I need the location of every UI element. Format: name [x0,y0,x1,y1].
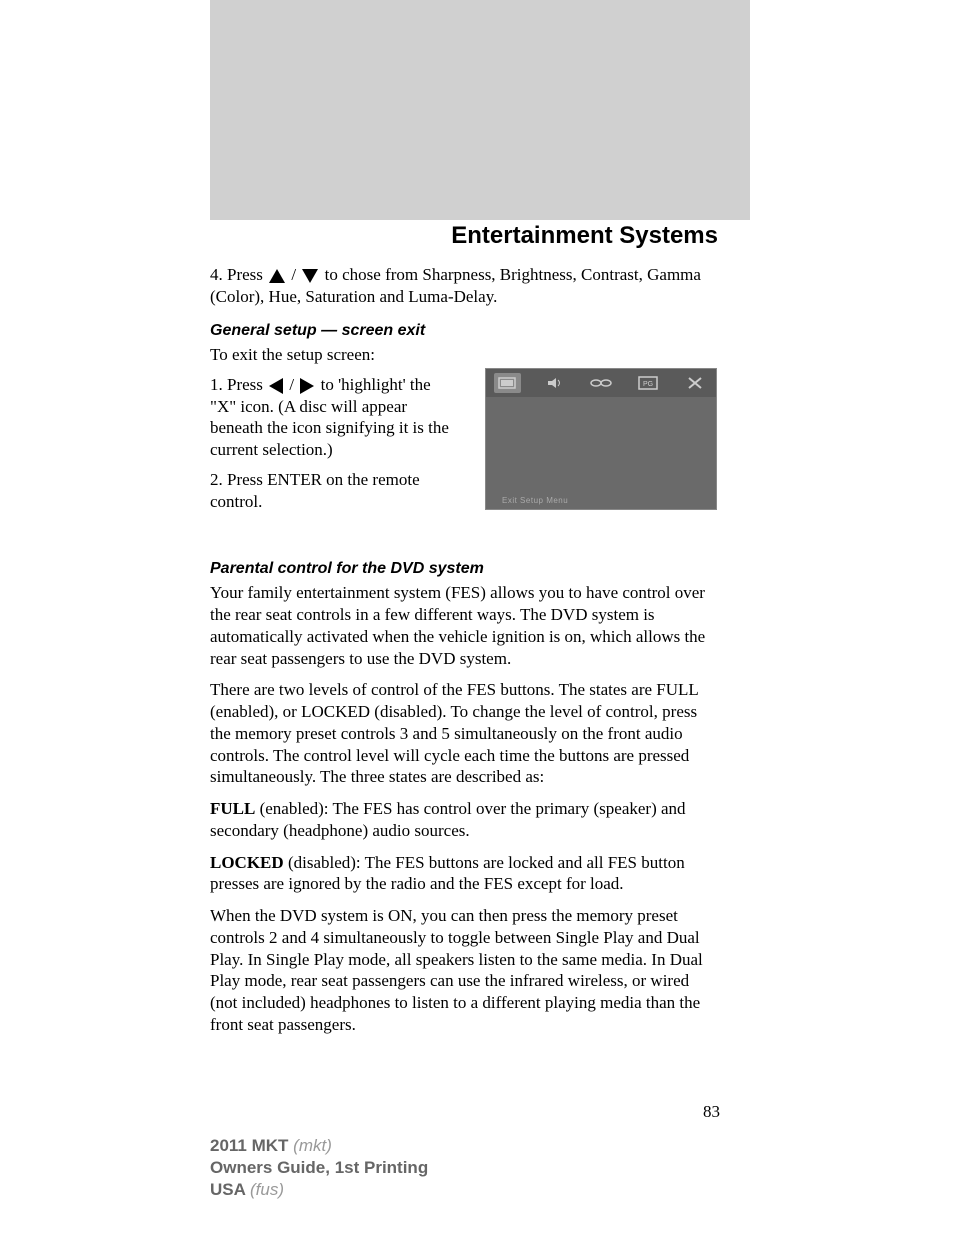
section2-p5: When the DVD system is ON, you can then … [210,905,720,1036]
header-gray-bar [210,0,750,220]
section2-p2: There are two levels of control of the F… [210,679,720,788]
right-arrow-icon [300,378,314,394]
section2-heading: Parental control for the DVD system [210,560,720,578]
right-column: PG Exit Setup Menu [485,368,720,510]
section1-intro: To exit the setup screen: [210,344,720,366]
step1-mid: / [289,375,298,394]
section2-locked: LOCKED (disabled): The FES buttons are l… [210,852,720,896]
speaker-icon [541,373,568,393]
section1-heading: General setup — screen exit [210,322,720,340]
full-label: FULL [210,799,255,818]
step4-mid: / [291,265,300,284]
left-column: 1. Press / to 'highlight' the "X" icon. … [210,368,455,513]
svg-text:PG: PG [643,381,653,388]
footer-model-italic: (mkt) [293,1136,332,1155]
footer-usa-bold: USA [210,1180,250,1199]
section2-p1: Your family entertainment system (FES) a… [210,582,720,669]
section2-full: FULL (enabled): The FES has control over… [210,798,720,842]
up-arrow-icon [269,269,285,283]
step2-text: 2. Press ENTER on the remote control. [210,469,455,513]
page-number: 83 [703,1102,720,1122]
content-area: Entertainment Systems 4. Press / to chos… [210,222,720,1036]
tv-icon [494,373,521,393]
locked-label: LOCKED [210,853,284,872]
down-arrow-icon [302,269,318,283]
footer-line2: Owners Guide, 1st Printing [210,1157,428,1179]
setup-menu-screenshot: PG Exit Setup Menu [485,368,717,510]
screenshot-icon-row: PG [486,369,716,397]
step4-prefix: 4. Press [210,265,267,284]
screenshot-caption: Exit Setup Menu [502,496,568,505]
close-x-icon [681,373,708,393]
rating-icon: PG [634,373,661,393]
footer-model-bold: 2011 MKT [210,1136,293,1155]
left-arrow-icon [269,378,283,394]
link-icon [588,373,615,393]
page-title: Entertainment Systems [210,222,720,250]
step1-prefix: 1. Press [210,375,267,394]
footer: 2011 MKT (mkt) Owners Guide, 1st Printin… [210,1135,428,1201]
two-column-layout: 1. Press / to 'highlight' the "X" icon. … [210,368,720,513]
step4-text: 4. Press / to chose from Sharpness, Brig… [210,264,720,308]
full-text: (enabled): The FES has control over the … [210,799,686,840]
footer-usa-italic: (fus) [250,1180,284,1199]
